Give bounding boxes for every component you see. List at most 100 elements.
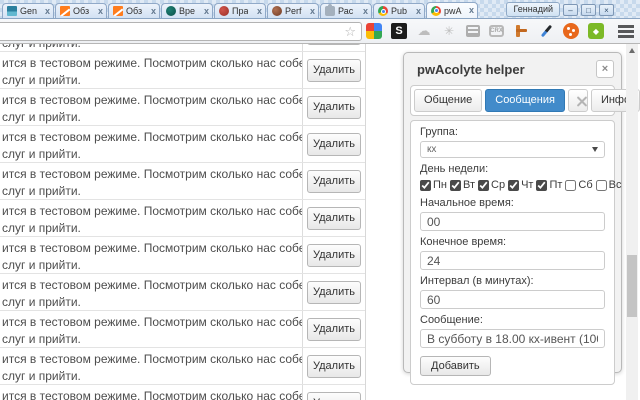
panel-tab-label: Общение [424,94,473,106]
row-button-cell: Удалить [303,163,365,199]
row-line1: ится в тестовом режиме. Посмотрим скольк… [2,241,302,255]
delete-button[interactable]: Удалить [307,206,361,230]
table-row: ится в тестовом режиме. Посмотрим скольк… [0,311,365,348]
browser-tab[interactable]: pwA x [426,2,478,18]
panel-tabs: Общение Сообщения Инфо [410,85,640,116]
weekday-checkbox[interactable] [536,179,548,191]
table-row: ится в тестовом режиме. Посмотрим скольк… [0,44,365,52]
tab-close-icon[interactable]: x [416,6,421,16]
maximize-button[interactable]: □ [581,3,596,16]
delete-button[interactable]: Удалить [307,169,361,193]
message-input[interactable] [420,329,605,348]
panel-tab[interactable] [567,89,588,112]
tab-close-icon[interactable]: x [257,6,262,16]
tab-label: Рас [338,6,354,16]
weekday-checkbox[interactable] [420,179,431,191]
s-letter-extension-icon[interactable] [391,23,407,39]
weekday-option-label: Пт [549,179,563,191]
weekday-option-label: Ср [491,179,506,191]
tab-label: Обз [73,6,90,16]
tab-label: Вре [179,6,196,16]
browser-tab[interactable]: Gen x [2,3,54,18]
chrome-favicon [378,6,388,16]
delete-button[interactable]: Удалить [307,132,361,156]
eyedropper-extension-icon[interactable] [538,23,554,39]
tab-close-icon[interactable]: x [310,6,315,16]
profile-badge[interactable]: Геннадий [506,2,560,17]
crx-extension-icon[interactable] [489,25,504,37]
weekday-option[interactable]: Чт [508,179,533,191]
row-button-cell: Удалить [303,126,365,162]
hammer-extension-icon[interactable] [513,23,529,39]
browser-tab[interactable]: Рас x [320,3,372,18]
scrollbar-thumb[interactable] [627,255,637,317]
browser-tab[interactable]: Pub x [373,3,425,18]
tab-close-icon[interactable]: x [45,6,50,16]
disabled-cloud-extension-icon[interactable] [416,23,432,39]
scrollbar[interactable] [626,44,638,400]
browser-tab[interactable]: Perf x [267,3,319,18]
row-line1: ится в тестовом режиме. Посмотрим скольк… [2,352,302,366]
start-time-input[interactable] [420,212,605,231]
close-button[interactable]: × [599,3,614,16]
tab-close-icon[interactable]: x [151,6,156,16]
row-button-cell: Удалить [303,274,365,310]
server-extension-icon[interactable] [466,25,480,37]
weekday-checkbox[interactable] [508,179,520,191]
table-row: ится в тестовом режиме. Посмотрим скольк… [0,163,365,200]
weekday-option[interactable]: Сб [565,179,593,191]
tab-close-icon[interactable]: x [469,6,474,15]
address-bar[interactable]: ☆ [0,22,362,41]
weekday-checkbox[interactable] [449,179,461,191]
minimize-button[interactable]: – [563,3,578,16]
weekday-option[interactable]: Пн [420,179,447,191]
disabled-bug-extension-icon[interactable] [441,23,457,39]
chart-orange-favicon [113,6,123,16]
weekday-option[interactable]: Ср [478,179,505,191]
cookie-extension-icon[interactable] [563,23,579,39]
interval-input[interactable] [420,290,605,309]
weekday-option[interactable]: Пт [536,179,562,191]
delete-button[interactable]: Удалить [307,280,361,304]
row-line1: ится в тестовом режиме. Посмотрим скольк… [2,56,302,70]
panel-tab[interactable]: Общение [414,89,483,112]
delete-button[interactable]: Удалить [307,391,361,400]
tab-label: Perf [285,6,302,16]
delete-button[interactable]: Удалить [307,44,361,45]
message-table: ится в тестовом режиме. Посмотрим скольк… [0,44,366,400]
delete-button[interactable]: Удалить [307,354,361,378]
table-row: ится в тестовом режиме. Посмотрим скольк… [0,89,365,126]
message-label: Сообщение: [420,314,483,326]
menu-icon[interactable] [618,25,634,39]
row-button-cell: Удалить [303,89,365,125]
tab-close-icon[interactable]: x [363,6,368,16]
tab-label: pwA [444,5,462,16]
tab-close-icon[interactable]: x [98,6,103,16]
weekday-checkbox[interactable] [478,179,489,191]
row-button-cell: Удалить [303,52,365,88]
browser-tab[interactable]: Обз x [108,3,160,18]
browser-tab[interactable]: Пра x [214,3,266,18]
panel-tab[interactable]: Сообщения [485,89,565,112]
browser-tab[interactable]: Вре x [161,3,213,18]
group-label: Группа: [420,126,458,138]
end-time-input[interactable] [420,251,605,270]
scroll-up-icon[interactable] [629,48,635,53]
weekday-checkbox[interactable] [565,179,577,191]
delete-button[interactable]: Удалить [307,95,361,119]
delete-button[interactable]: Удалить [307,243,361,267]
table-row: ится в тестовом режиме. Посмотрим скольк… [0,237,365,274]
green-diamond-extension-icon[interactable] [588,23,604,39]
group-select[interactable]: кх [420,141,605,158]
panel-close-icon[interactable]: × [596,60,614,78]
add-button[interactable]: Добавить [420,356,491,376]
weekday-option[interactable]: Вс [595,179,621,191]
pinwheel-extension-icon[interactable] [366,23,382,39]
delete-button[interactable]: Удалить [307,317,361,341]
delete-button[interactable]: Удалить [307,58,361,82]
weekday-option[interactable]: Вт [449,179,475,191]
weekday-checkbox[interactable] [595,179,607,191]
tab-close-icon[interactable]: x [204,6,209,16]
browser-tab[interactable]: Обз x [55,3,107,18]
bookmark-star-icon[interactable]: ☆ [344,24,356,40]
